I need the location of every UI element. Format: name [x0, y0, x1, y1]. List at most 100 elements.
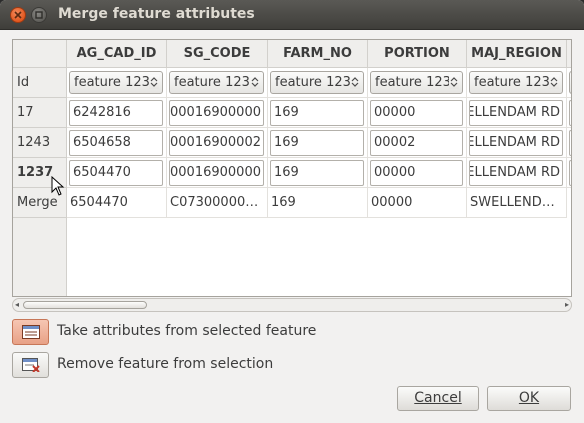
cell-editor[interactable] [569, 130, 571, 156]
combo-arrows-icon [350, 75, 360, 89]
combo-arrows-icon [449, 75, 459, 89]
remove-feature-button[interactable] [12, 352, 49, 378]
combo-value: feature 123 [275, 75, 351, 90]
window-title: Merge feature attributes [58, 6, 255, 22]
cell-editor[interactable]: 000016900000 [169, 160, 264, 186]
remove-feature-label: Remove feature from selection [57, 356, 274, 372]
cell-editor[interactable]: 000016900000 [169, 100, 264, 126]
column-header-portion[interactable]: PORTION [368, 40, 467, 68]
row-header-filler [13, 218, 67, 296]
table-cell: 169 [268, 98, 368, 128]
cell-editor[interactable] [569, 100, 571, 126]
remove-feature-row: Remove feature from selection [12, 352, 332, 378]
merge-dialog: Merge feature attributes AG_CAD_ID SG_CO… [0, 0, 584, 423]
table-cell: 6504470 [67, 158, 167, 188]
feature-select-combo[interactable]: feature 123 [270, 71, 364, 94]
merge-value: SWELLEND… [470, 195, 555, 210]
table-cell-overflow [567, 98, 571, 128]
merge-value: C07300000… [170, 195, 259, 210]
combo-cell-overflow [567, 68, 571, 98]
table-cell: 6504470 [67, 188, 167, 218]
table-cell: 000016900000 [167, 98, 268, 128]
table-cell: 169 [268, 188, 368, 218]
combo-arrows-icon [549, 75, 559, 89]
cell-editor[interactable]: 169 [270, 160, 364, 186]
cell-editor[interactable]: SWELLENDAM RD [469, 100, 563, 126]
combo-cell: feature 123 [268, 68, 368, 98]
cell-editor[interactable]: SWELLENDAM RD [469, 160, 563, 186]
cell-editor[interactable]: 00000 [370, 100, 463, 126]
cancel-button[interactable]: Cancel [397, 386, 479, 411]
feature-select-combo[interactable]: feature 123 [370, 71, 463, 94]
cell-editor[interactable]: 00000 [370, 160, 463, 186]
mouse-cursor-icon [51, 176, 65, 196]
column-header-ag-cad-id[interactable]: AG_CAD_ID [67, 40, 167, 68]
cell-editor[interactable]: 6504658 [69, 130, 163, 156]
cell-editor[interactable]: 169 [270, 130, 364, 156]
table-cell-overflow [567, 128, 571, 158]
cell-editor[interactable]: 00002 [370, 130, 463, 156]
merge-value: 6504470 [70, 195, 128, 210]
cell-editor[interactable]: 6504470 [69, 160, 163, 186]
table-cell: 6504658 [67, 128, 167, 158]
row-header-id: Id [13, 68, 67, 98]
ok-label: OK [518, 390, 540, 406]
scroll-left-icon[interactable]: ◂ [15, 300, 19, 309]
combo-cell: feature 123 [67, 68, 167, 98]
table-remove-icon [22, 358, 40, 372]
scroll-right-icon[interactable]: ▸ [565, 300, 569, 309]
column-header-maj-region[interactable]: MAJ_REGION [467, 40, 567, 68]
cell-editor[interactable]: 6242816 [69, 100, 163, 126]
row-header-17[interactable]: 17 [13, 98, 67, 128]
combo-cell: feature 123 [467, 68, 567, 98]
table-cell: 000016900000 [167, 158, 268, 188]
combo-cell: feature 123 [368, 68, 467, 98]
merge-value: 169 [271, 195, 296, 210]
table-cell: SWELLEND… [467, 188, 567, 218]
feature-select-combo[interactable] [569, 71, 571, 94]
scrollbar-thumb[interactable] [23, 301, 147, 309]
close-icon [14, 11, 22, 19]
take-attributes-button[interactable] [12, 319, 49, 345]
combo-arrows-icon [250, 75, 260, 89]
combo-value: feature 123 [474, 75, 550, 90]
merge-value: 00000 [371, 195, 413, 210]
cell-editor[interactable] [569, 160, 571, 186]
table-cell: 000016900002 [167, 128, 268, 158]
close-window-button[interactable] [10, 7, 26, 23]
table-cell: 00000 [368, 98, 467, 128]
table-cell: 169 [268, 128, 368, 158]
cell-editor[interactable]: 169 [270, 100, 364, 126]
take-attributes-label: Take attributes from selected feature [57, 323, 317, 339]
combo-arrows-icon [149, 75, 159, 89]
column-header-sg-code[interactable]: SG_CODE [167, 40, 268, 68]
horizontal-scrollbar[interactable]: ◂ ▸ [12, 298, 572, 312]
table-corner [13, 40, 67, 68]
column-header-farm-no[interactable]: FARM_NO [268, 40, 368, 68]
take-attributes-row: Take attributes from selected feature [12, 319, 332, 345]
column-header-overflow [567, 40, 571, 68]
ok-button[interactable]: OK [487, 386, 571, 411]
table-cell: 00000 [368, 158, 467, 188]
table-cell: 6242816 [67, 98, 167, 128]
table-cell: 00002 [368, 128, 467, 158]
table-cell: SWELLENDAM RD [467, 158, 567, 188]
combo-value: feature 123 [375, 75, 451, 90]
minimize-icon [35, 11, 43, 19]
feature-select-combo[interactable]: feature 123 [169, 71, 264, 94]
attribute-table: AG_CAD_ID SG_CODE FARM_NO PORTION MAJ_RE… [12, 39, 572, 297]
table-cell: 169 [268, 158, 368, 188]
table-cell-overflow [567, 158, 571, 188]
combo-cell: feature 123 [167, 68, 268, 98]
title-bar: Merge feature attributes [0, 0, 584, 30]
feature-select-combo[interactable]: feature 123 [469, 71, 563, 94]
minimize-window-button[interactable] [31, 7, 47, 23]
cell-editor[interactable]: SWELLENDAM RD [469, 130, 563, 156]
combo-value: feature 123 [174, 75, 250, 90]
cancel-label: Cancel [414, 390, 462, 406]
table-cell: C07300000… [167, 188, 268, 218]
feature-select-combo[interactable]: feature 123 [69, 71, 163, 94]
cell-editor[interactable]: 000016900002 [169, 130, 264, 156]
combo-value: feature 123 [74, 75, 150, 90]
row-header-1243[interactable]: 1243 [13, 128, 67, 158]
